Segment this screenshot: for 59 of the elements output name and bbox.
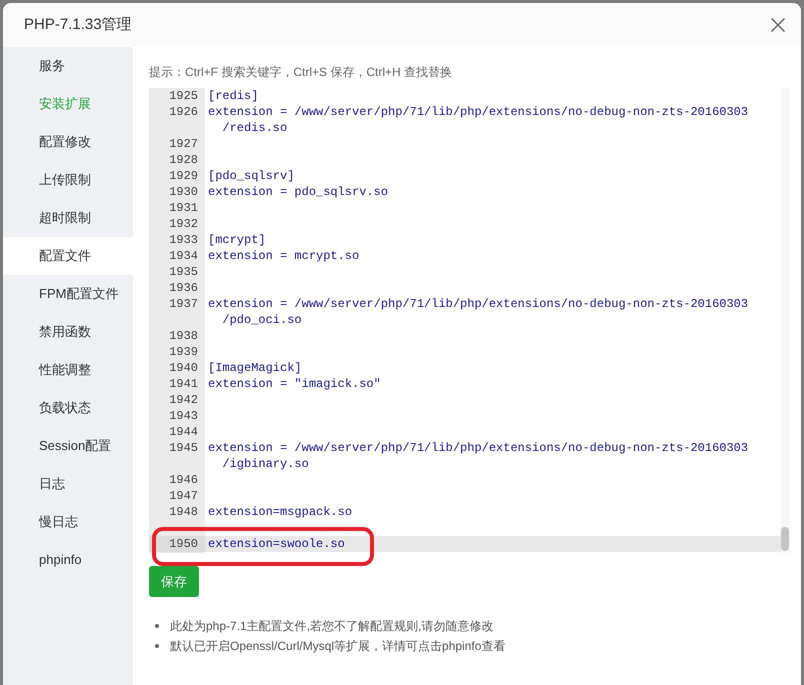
line-number: 1940	[169, 360, 198, 376]
sidebar-item[interactable]: 超时限制	[3, 199, 133, 237]
code-line: [pdo_sqlsrv]	[208, 168, 294, 184]
sidebar-item[interactable]: 配置修改	[3, 123, 133, 161]
line-number: 1927	[169, 136, 198, 152]
line-number: 1950	[169, 536, 198, 552]
line-number: 1934	[169, 248, 198, 264]
sidebar-item[interactable]: 日志	[3, 465, 133, 503]
line-number: 1933	[169, 232, 198, 248]
line-number: 1931	[169, 200, 198, 216]
line-number: 1925	[169, 88, 198, 104]
line-number: 1942	[169, 392, 198, 408]
sidebar-item[interactable]: 性能调整	[3, 351, 133, 389]
code-line: [mcrypt]	[208, 232, 266, 248]
line-number: 1946	[169, 472, 198, 488]
dialog-title: PHP-7.1.33管理	[24, 14, 132, 35]
sidebar-item[interactable]: 慢日志	[3, 503, 133, 541]
code-line: extension=swoole.so	[208, 536, 345, 552]
sidebar-item[interactable]: 服务	[3, 47, 133, 85]
sidebar-item[interactable]: 负载状态	[3, 389, 133, 427]
line-number: 1943	[169, 408, 198, 424]
line-number: 1941	[169, 376, 198, 392]
sidebar-item[interactable]: 上传限制	[3, 161, 133, 199]
line-number: 1944	[169, 424, 198, 440]
line-number: 1945	[169, 440, 198, 456]
code-line: [ImageMagick]	[208, 360, 302, 376]
bullet-icon	[155, 644, 159, 648]
line-number: 1935	[169, 264, 198, 280]
line-number: 1928	[169, 152, 198, 168]
scrollbar-thumb[interactable]	[781, 527, 789, 551]
line-number: 1932	[169, 216, 198, 232]
code-line: extension = /www/server/php/71/lib/php/extensions/no-debug-non-zts-20160303 /pdo_oci.so	[208, 296, 748, 328]
line-number: 1938	[169, 328, 198, 344]
line-number: 1930	[169, 184, 198, 200]
line-number: 1948	[169, 504, 198, 520]
close-button[interactable]	[771, 18, 785, 32]
code-line: extension = "imagick.so"	[208, 376, 381, 392]
line-number: 1929	[169, 168, 198, 184]
line-number: 1926	[169, 104, 198, 120]
code-line: [redis]	[208, 88, 258, 104]
sidebar-item[interactable]: 禁用函数	[3, 313, 133, 351]
line-number: 1937	[169, 296, 198, 312]
line-number: 1936	[169, 280, 198, 296]
sidebar-item[interactable]: phpinfo	[3, 541, 133, 579]
sidebar-item[interactable]: FPM配置文件	[3, 275, 133, 313]
code-line: extension = /www/server/php/71/lib/php/extensions/no-debug-non-zts-20160303 /igbinary.so	[208, 440, 748, 472]
line-number: 1939	[169, 344, 198, 360]
code-line: extension = pdo_sqlsrv.so	[208, 184, 388, 200]
hint-text: 提示：Ctrl+F 搜索关键字，Ctrl+S 保存，Ctrl+H 查找替换	[149, 64, 452, 80]
code-line: extension = mcrypt.so	[208, 248, 360, 264]
sidebar-item[interactable]: 配置文件	[3, 237, 133, 275]
sidebar-item[interactable]: Session配置	[3, 427, 133, 465]
bullet-icon	[155, 624, 159, 628]
note-text: 此处为php-7.1主配置文件,若您不了解配置规则,请勿随意修改	[170, 618, 494, 635]
close-icon	[771, 18, 785, 32]
code-line: extension = /www/server/php/71/lib/php/extensions/no-debug-non-zts-20160303 /redis.so	[208, 104, 748, 136]
note-text: 默认已开启Openssl/Curl/Mysql等扩展，详情可点击phpinfo查看	[170, 638, 506, 655]
code-line: extension=msgpack.so	[208, 504, 352, 520]
line-number: 1947	[169, 488, 198, 504]
